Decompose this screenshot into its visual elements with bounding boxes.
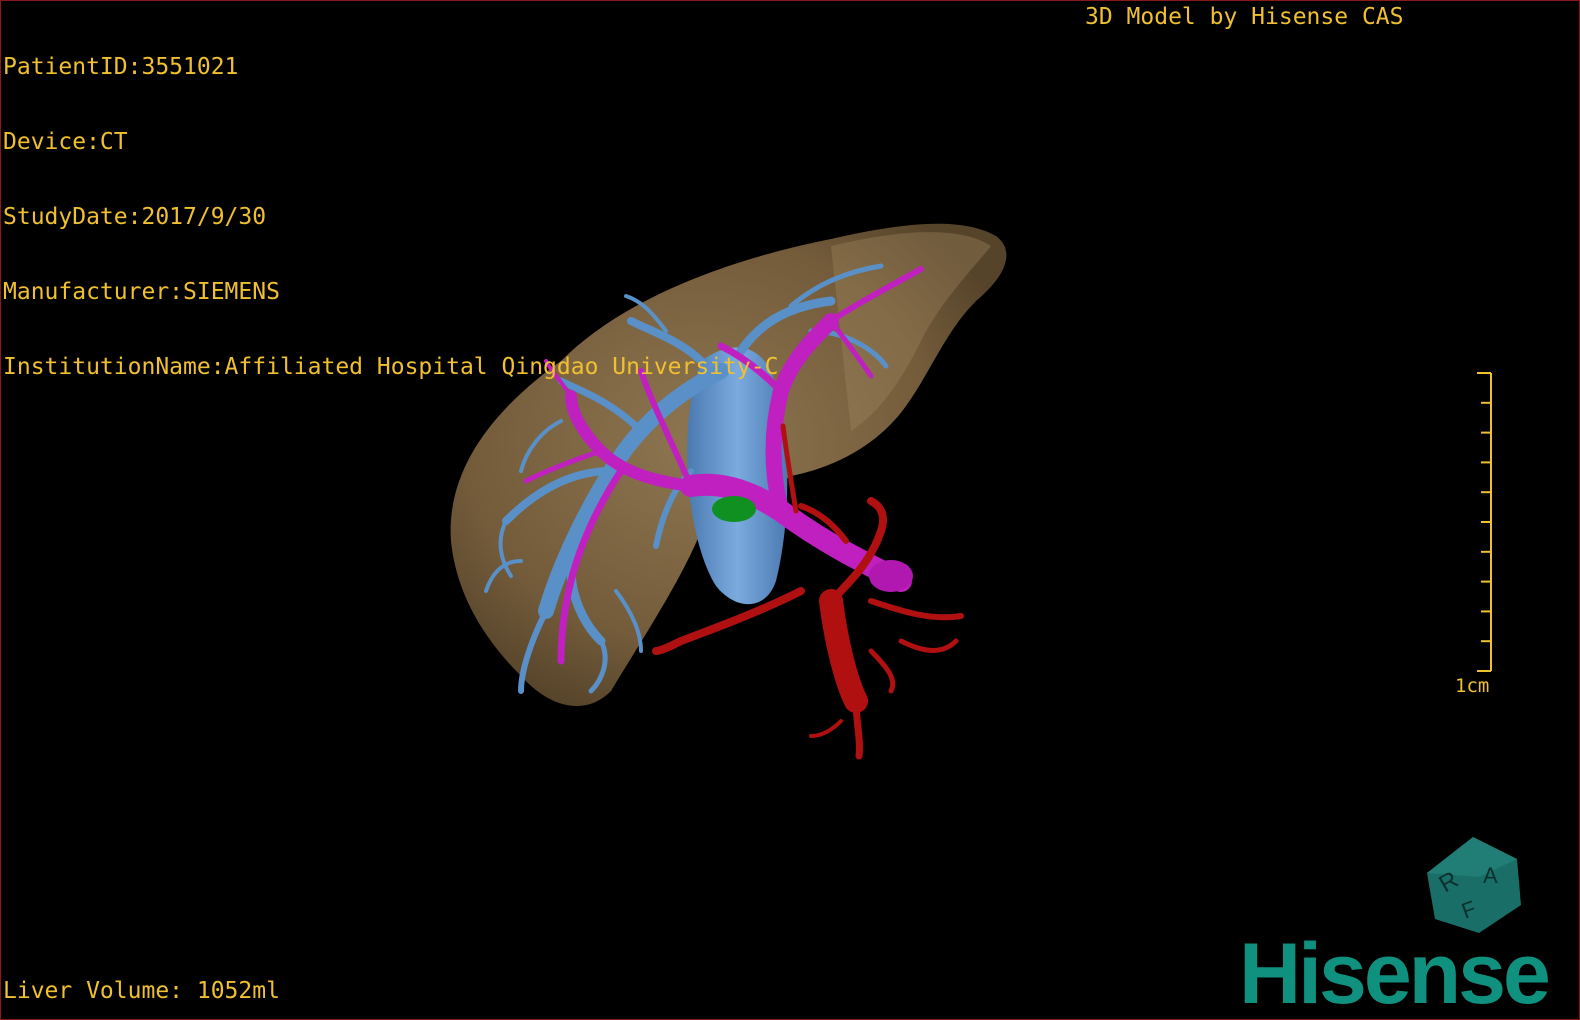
patient-info-block: PatientID:3551021 Device:CT StudyDate:20…	[3, 5, 778, 430]
liver-lobe-shading	[831, 232, 991, 431]
cube-label-a: A	[1483, 863, 1498, 888]
patient-id-text: PatientID:3551021	[3, 54, 239, 80]
liver-volume-text: Liver Volume: 1052ml	[3, 978, 280, 1004]
study-date-text: StudyDate:2017/9/30	[3, 204, 267, 230]
portal-vein-trunk	[869, 560, 913, 592]
orientation-cube-icon[interactable]: R A F	[1421, 833, 1525, 937]
3d-viewport[interactable]: PatientID:3551021 Device:CT StudyDate:20…	[0, 0, 1580, 1020]
model-attribution-text: 3D Model by Hisense CAS	[1085, 4, 1404, 30]
scale-label: 1cm	[1455, 675, 1490, 697]
manufacturer-text: Manufacturer:SIEMENS	[3, 279, 280, 305]
hisense-logo: Hisense	[1239, 926, 1551, 1020]
scale-ruler	[1477, 372, 1492, 672]
institution-text: InstitutionName:Affiliated Hospital Qing…	[3, 354, 779, 380]
tumor	[712, 496, 756, 522]
device-text: Device:CT	[3, 129, 128, 155]
